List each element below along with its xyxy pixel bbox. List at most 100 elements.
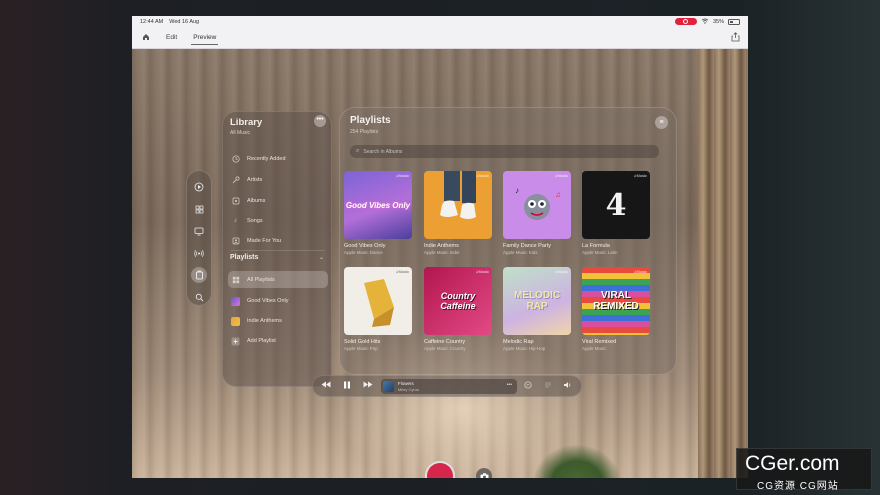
sidebar-item-made-for-you[interactable]: Made For You [231, 234, 327, 248]
playlist-card-good-vibes-only[interactable]: Good Vibes Only ♫Music Good Vibes Only A… [344, 171, 412, 255]
queue-icon[interactable] [544, 381, 552, 391]
apple-music-badge: ♫Music [633, 269, 647, 274]
playlist-curator: Apple Music Pop [344, 346, 378, 351]
watermark-line1: CGer.com [745, 452, 840, 475]
playlist-card-viral-remixed[interactable]: VIRAL REMIXED ♫Music Viral Remixed Apple… [582, 267, 650, 351]
camera-icon[interactable] [476, 468, 492, 478]
apple-music-badge: ♫Music [395, 173, 409, 178]
apple-music-badge: ♫Music [475, 173, 489, 178]
record-button[interactable] [425, 461, 455, 478]
library-icon[interactable] [191, 267, 207, 283]
more-options-button[interactable]: ••• [314, 115, 326, 127]
playlist-card-indie-anthems[interactable]: ♫Music Indie Anthems Apple Music Indie [424, 171, 492, 255]
screen: 12:44 AM Wed 16 Aug 35% Edit Preview Lib… [0, 0, 880, 495]
search-placeholder: Search in Albums [363, 148, 403, 155]
sort-menu-button[interactable]: ≡ [655, 116, 668, 129]
tab-preview[interactable]: Preview [191, 31, 219, 45]
now-playing-artwork [383, 381, 394, 392]
recording-indicator-icon [674, 18, 697, 25]
status-date: Wed 16 Aug [169, 18, 200, 25]
tab-edit[interactable]: Edit [164, 31, 179, 44]
playlists-section-header[interactable]: Playlists [230, 254, 258, 261]
house-icon[interactable] [140, 30, 152, 46]
now-playing-artist: Miley Cyrus [398, 387, 419, 392]
now-playing-title: Flowers [398, 381, 414, 386]
sidebar-item-add-playlist[interactable]: Add Playlist [231, 334, 327, 348]
editor-toolbar: Edit Preview [132, 27, 748, 49]
sidebar-item-label: Made For You [247, 238, 282, 244]
playlist-name: Solid Gold Hits [344, 339, 381, 345]
search-input[interactable]: ⌕ Search in Albums [350, 145, 659, 158]
grid-icon[interactable] [191, 201, 207, 217]
playlist-card-family-dance-party[interactable]: ♪ ♫ ♫Music Family Dance Party Apple Music… [503, 171, 571, 255]
divider [231, 250, 325, 251]
playlist-artwork: ♫Music [344, 267, 412, 335]
sidebar-item-songs[interactable]: ♪ Songs [231, 214, 327, 228]
playlist-curator: Apple Music Hip-Hop [503, 346, 546, 351]
playlists-title: Playlists [350, 115, 391, 126]
status-time: 12:44 AM [140, 18, 164, 25]
apple-music-badge: ♫Music [395, 269, 409, 274]
sidebar-item-label: Add Playlist [247, 338, 276, 344]
playlist-card-caffeine-country[interactable]: Country Caffeine ♫Music Caffeine Country… [424, 267, 492, 351]
playlist-artwork: ♫Music [424, 171, 492, 239]
playlist-card-melodic-rap[interactable]: MELODIC RAP ♫Music Melodic Rap Apple Mus… [503, 267, 571, 351]
watermark: CGer.com CG资源 CG网站 [736, 448, 872, 492]
playlist-curator: Apple Music [582, 346, 607, 351]
playlist-name: Viral Remixed [582, 339, 617, 345]
pause-icon[interactable] [343, 381, 351, 391]
plus-icon [231, 337, 240, 346]
playlist-thumbnail [231, 316, 240, 326]
apple-music-badge: ♫Music [633, 173, 647, 178]
radio-waves-icon[interactable] [191, 245, 207, 261]
playlist-curator: Apple Music Latin [582, 250, 618, 255]
play-circle-icon[interactable] [191, 179, 207, 195]
playlist-curator: Apple Music Indie [424, 250, 460, 255]
now-playing[interactable]: Flowers Miley Cyrus ••• [381, 379, 517, 394]
playlist-curator: Apple Music Kids [503, 250, 538, 255]
volume-icon[interactable] [563, 381, 572, 391]
sidebar-item-label: Songs [247, 218, 263, 224]
playlist-artwork: Country Caffeine ♫Music [424, 267, 492, 335]
battery-icon [728, 18, 740, 25]
sidebar-item-label: Good Vibes Only [247, 298, 289, 304]
playlist-thumbnail [231, 296, 240, 306]
search-icon[interactable] [191, 289, 207, 305]
fast-forward-icon[interactable] [363, 381, 373, 390]
playlist-artwork: 4 ♫Music [582, 171, 650, 239]
svg-text:♫: ♫ [555, 190, 561, 199]
sidebar-item-albums[interactable]: Albums [231, 194, 327, 208]
search-icon: ⌕ [356, 148, 360, 154]
apple-music-badge: ♫Music [554, 269, 568, 274]
svg-text:♪: ♪ [515, 186, 519, 195]
sidebar-item-all-playlists[interactable]: All Playlists [228, 271, 328, 288]
sidebar-item-label: Indie Anthems [247, 318, 282, 324]
library-title: Library [230, 117, 263, 128]
sidebar-item-indie-anthems[interactable]: Indie Anthems [231, 314, 327, 328]
sidebar-item-label: Albums [247, 198, 266, 204]
now-playing-more-button[interactable]: ••• [507, 382, 512, 388]
playlist-card-solid-gold-hits[interactable]: ♫Music Solid Gold Hits Apple Music Pop [344, 267, 412, 351]
playlist-artwork: MELODIC RAP ♫Music [503, 267, 571, 335]
share-icon[interactable] [731, 31, 740, 44]
lyrics-icon[interactable] [524, 381, 532, 391]
watermark-line2: CG资源 CG网站 [757, 481, 839, 492]
sidebar-item-artists[interactable]: Artists [231, 173, 327, 187]
tv-icon[interactable] [191, 223, 207, 239]
rewind-icon[interactable] [321, 381, 331, 390]
passthrough-background: Library All Music ••• Recently Added Art… [132, 49, 748, 478]
sidebar-item-label: Recently Added [247, 156, 286, 162]
album-icon [231, 197, 240, 206]
person-icon [231, 237, 240, 246]
chevron-down-icon[interactable]: ⌄ [319, 254, 324, 261]
playlist-name: Good Vibes Only [344, 243, 386, 249]
sidebar-item-recently-added[interactable]: Recently Added [231, 152, 327, 166]
wifi-icon [701, 18, 709, 26]
note-icon: ♪ [234, 218, 237, 224]
apple-music-badge: ♫Music [475, 269, 489, 274]
playlist-name: La Formula [582, 243, 610, 249]
sidebar-item-good-vibes-only[interactable]: Good Vibes Only [231, 294, 327, 308]
playlist-name: Melodic Rap [503, 339, 534, 345]
playlist-name: Family Dance Party [503, 243, 551, 249]
playlist-card-la-formula[interactable]: 4 ♫Music La Formula Apple Music Latin [582, 171, 650, 255]
